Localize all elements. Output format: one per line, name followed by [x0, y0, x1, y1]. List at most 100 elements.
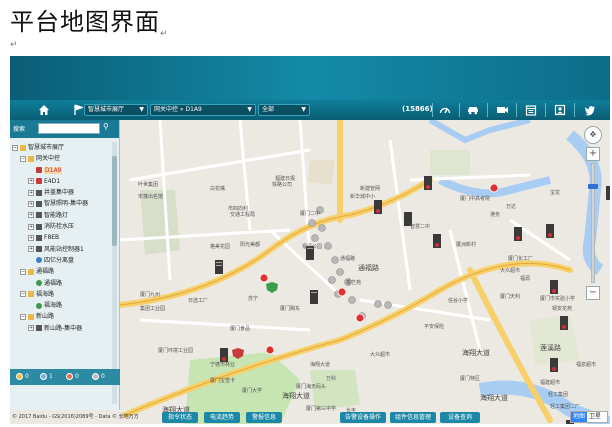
expand-toggle-icon[interactable]: + — [28, 200, 34, 207]
tree-node[interactable]: + E4D1 — [12, 176, 116, 187]
status-count: 0 — [75, 373, 79, 380]
poi-label: 格美花园 — [210, 243, 230, 250]
tree-node[interactable]: − 智慧城市展厅 — [12, 142, 116, 153]
alarm-info-button[interactable]: 警报信息 — [246, 412, 282, 423]
zoom-in-button[interactable]: + — [586, 147, 600, 161]
node-dropdown[interactable]: 网关中控 » D1A9 ▼ — [150, 104, 256, 116]
poi-label: 厦门中高考院 — [460, 195, 490, 202]
camera-icon[interactable] — [494, 102, 510, 118]
server-marker — [550, 280, 558, 294]
collapse-toggle-icon[interactable]: − — [20, 291, 26, 298]
device-tree-panel: 搜索 ⚲ − 智慧城市展厅 − 网关中控 D1A9 + E4D1 + 井盖集中器 + 智慧照明-集中… — [10, 120, 120, 410]
area-dropdown[interactable]: 智慧城市展厅 ▼ — [84, 104, 148, 116]
tree-node-label: 通福路 — [44, 279, 63, 287]
status-counter[interactable]: 0 — [66, 373, 79, 381]
poi-label: 厦门环境工业园 — [158, 347, 193, 354]
tree-node[interactable]: − 网关中控 — [12, 153, 116, 164]
twitter-icon[interactable] — [582, 102, 598, 118]
server-icon — [36, 189, 42, 196]
poi-label: 日选工厂 — [188, 297, 208, 304]
command-status-button[interactable]: 指令状态 — [162, 412, 198, 423]
tree-node[interactable]: − 新山路 — [12, 311, 116, 322]
server-marker — [215, 260, 223, 274]
expand-toggle-icon[interactable]: + — [28, 246, 34, 253]
poi-label: 厦门赐东 — [280, 305, 300, 312]
poi-label: 厦门化工厂 — [508, 255, 533, 262]
tree-node[interactable]: 四亿分离盘 — [12, 255, 116, 266]
device-icon — [36, 178, 42, 185]
poi-label: 福建日报 — [275, 175, 295, 182]
navigation-bar: 智慧城市展厅 ▼ 网关中控 » D1A9 ▼ 全部 ▼ (15866) — [10, 100, 610, 120]
current-trend-button[interactable]: 电流趋势 — [204, 412, 240, 423]
zoom-slider[interactable] — [588, 163, 598, 283]
server-marker — [550, 358, 558, 372]
tree-node[interactable]: + 风能站控制器1 — [12, 244, 116, 255]
speedometer-icon[interactable] — [437, 102, 453, 118]
status-counter[interactable]: 0 — [16, 373, 29, 381]
folder-icon — [20, 144, 26, 151]
car-icon[interactable] — [465, 102, 481, 118]
nav-divider — [487, 103, 488, 117]
status-counter[interactable]: 1 — [40, 373, 53, 381]
server-marker — [374, 200, 382, 214]
tree-node-label: E4D1 — [44, 177, 61, 185]
tree-node[interactable]: + 新山路-集中器 — [12, 323, 116, 334]
nav-divider — [545, 103, 546, 117]
nav-divider — [516, 103, 517, 117]
poi-label: 宋藩出名馆 — [138, 193, 163, 200]
road-label: 莲溪路 — [540, 343, 561, 352]
map-type-map[interactable]: 地图 — [571, 412, 588, 422]
status-counter[interactable]: 0 — [92, 373, 105, 381]
user-card-icon[interactable] — [552, 102, 568, 118]
tree-node-label: 智慧城市展厅 — [28, 144, 65, 151]
pan-control[interactable]: ✥ — [584, 126, 602, 144]
device-query-button[interactable]: 设备查询 — [440, 412, 480, 423]
expand-toggle-icon[interactable]: + — [28, 223, 34, 230]
poi-label: 港务 — [490, 211, 500, 218]
tree-node[interactable]: − 福海路 — [12, 289, 116, 300]
expand-toggle-icon[interactable]: + — [28, 189, 34, 196]
poi-label: 信谷小学 — [448, 297, 468, 304]
zoom-control: ✥ + − — [582, 126, 604, 300]
zoom-out-button[interactable]: − — [586, 286, 600, 300]
tree-node-label: D1A9 — [44, 166, 63, 174]
calendar-icon[interactable] — [523, 102, 539, 118]
zoom-slider-knob[interactable] — [588, 184, 598, 189]
filter-dropdown[interactable]: 全部 ▼ — [258, 104, 310, 116]
search-icon[interactable]: ⚲ — [103, 122, 109, 131]
tree-node[interactable]: + 井盖集中器 — [12, 187, 116, 198]
tree-node[interactable]: + 智能路灯 — [12, 210, 116, 221]
collapse-toggle-icon[interactable]: − — [12, 144, 18, 151]
tree-node[interactable]: 通福路 — [12, 278, 116, 289]
map-type-satellite[interactable]: 卫星 — [587, 412, 603, 422]
expand-toggle-icon[interactable]: + — [28, 212, 34, 219]
tree-node[interactable]: + F8EB — [12, 232, 116, 243]
scrollbar-thumb[interactable] — [112, 156, 117, 246]
collapse-toggle-icon[interactable]: − — [20, 313, 26, 320]
collapse-toggle-icon[interactable]: − — [20, 155, 26, 162]
tree-node[interactable]: + 消防栓水压 — [12, 221, 116, 232]
server-marker — [310, 290, 318, 304]
tree-node-label: 新山路 — [36, 313, 55, 321]
tree-node-label: 智慧照明-集中器 — [44, 200, 89, 208]
home-icon[interactable] — [36, 102, 52, 118]
poi-label: 轻工集团二厂 — [550, 403, 580, 410]
server-icon — [36, 223, 42, 230]
tree-node[interactable]: D1A9 — [12, 165, 116, 176]
tree-node[interactable]: − 通福路 — [12, 266, 116, 277]
collapse-toggle-icon[interactable]: − — [20, 268, 26, 275]
component-info-management-button[interactable]: 组件信息管理 — [390, 412, 436, 423]
tree-node-label: 智能路灯 — [44, 211, 69, 219]
expand-toggle-icon[interactable]: + — [28, 325, 34, 332]
expand-toggle-icon[interactable]: + — [28, 178, 34, 185]
tree-node[interactable]: + 智慧照明-集中器 — [12, 198, 116, 209]
tree-scrollbar[interactable] — [112, 142, 117, 404]
alarm-device-operation-button[interactable]: 告警设备操作 — [340, 412, 386, 423]
search-input[interactable] — [38, 123, 100, 134]
status-dot-icon — [66, 373, 73, 380]
expand-toggle-icon[interactable]: + — [28, 234, 34, 241]
poi-label: 智慧二中 — [410, 223, 430, 230]
poi-label: 铁路公司 — [272, 181, 292, 188]
server-marker — [424, 176, 432, 190]
tree-node[interactable]: 福海路 — [12, 300, 116, 311]
